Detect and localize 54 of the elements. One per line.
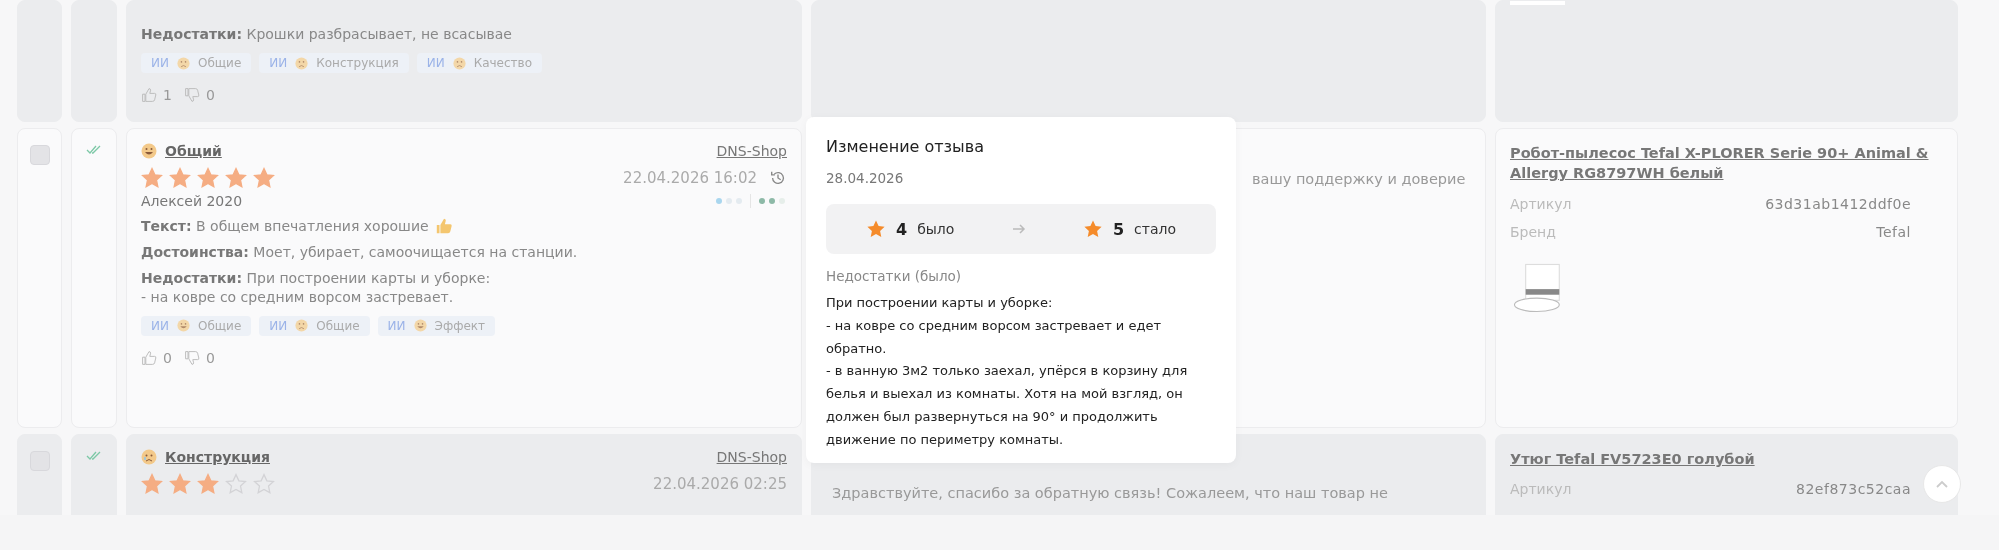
popup-date: 28.04.2026 [826, 170, 905, 186]
ai-label: ИИ [387, 318, 406, 333]
thumbs-down-icon[interactable] [183, 87, 200, 103]
review-topic-link[interactable]: Общий [165, 143, 222, 159]
star-icon [866, 219, 886, 239]
dislike-count: 0 [205, 87, 215, 103]
new-rating: 5 [1112, 219, 1125, 239]
thumbs-up-icon [434, 217, 453, 236]
section-label: Недостатки (было) [826, 268, 963, 284]
ai-label: ИИ [151, 56, 169, 70]
dislike-count: 0 [205, 349, 215, 366]
history-icon[interactable] [769, 169, 787, 187]
product-title-link[interactable]: Утюг Tefal FV5723E0 голубой [1510, 449, 1941, 470]
review-text: Достоинства: Моет, убирает, самоочищается на станции. [141, 243, 578, 262]
tag-label: Общие [197, 318, 242, 333]
review-text: Недостатки: Крошки разбрасывает, не всасывае [141, 24, 512, 43]
property-label: Бренд [1510, 223, 1556, 240]
popup-body-text: При построении карты и уборке: - на ковре со средним ворсом застревает и едет обратно. - в ванную 3м2 только заехал, упёрся в корзину для белья и выехал из комнаты. Хотя на мой взгляд, он должен был развернуться на 90° и продолжить движение по периметру комнаты. [826, 294, 1189, 449]
popup-title: Изменение отзыва [826, 137, 985, 156]
review-date: 22.04.2026 16:02 [623, 169, 757, 187]
tag-label: Качество [473, 56, 532, 70]
ai-label: ИИ [269, 56, 288, 70]
ai-label: ИИ [426, 56, 445, 70]
product-title-link[interactable]: Робот-пылесос Tefal X-PLORER Serie 90+ Animal & Allergy RG8797WH белый [1510, 143, 1941, 184]
like-count: 1 [163, 87, 172, 103]
tag-label: Общие [316, 318, 360, 333]
like-count: 0 [163, 349, 172, 366]
property-value: 63d31ab1412ddf0e [1765, 195, 1911, 212]
property-value: Tefal [1876, 223, 1911, 240]
old-rating-label: было [917, 221, 955, 237]
answer-text: вашу поддержку и доверие [1252, 170, 1467, 189]
thumbs-down-icon[interactable] [183, 349, 200, 366]
source-link[interactable]: DNS-Shop [716, 143, 787, 159]
tag-label: Конструкция [316, 56, 399, 70]
checkbox[interactable] [29, 145, 50, 165]
star-icon [1082, 219, 1103, 239]
review-text: Недостатки: При построении карты и уборке: - на ковре со средним ворсом застревает. [141, 269, 491, 306]
review-topic-link[interactable]: Конструкция [165, 449, 270, 465]
thumbs-up-icon[interactable] [141, 349, 157, 366]
ai-label: ИИ [269, 318, 288, 333]
answer-text: Здравствуйте, спасибо за обратную связь! Сожалеем, что наш товар не [832, 484, 1389, 503]
chevron-up-icon [1936, 480, 1948, 488]
thumbs-up-icon[interactable] [141, 87, 157, 103]
review-text: Текст: В общем впечатления хорошие [141, 217, 429, 236]
review-date: 22.04.2026 02:25 [653, 475, 787, 493]
old-rating: 4 [896, 219, 908, 239]
property-label: Артикул [1510, 195, 1572, 212]
tag-label: Общие [197, 56, 242, 70]
author-name: Алексей 2020 [141, 193, 243, 209]
property-value: 82ef873c52caa [1796, 481, 1911, 498]
ai-label: ИИ [151, 318, 169, 333]
source-link[interactable]: DNS-Shop [716, 449, 787, 465]
tag-label: Эффект [434, 318, 486, 333]
new-rating-label: стало [1134, 221, 1176, 237]
